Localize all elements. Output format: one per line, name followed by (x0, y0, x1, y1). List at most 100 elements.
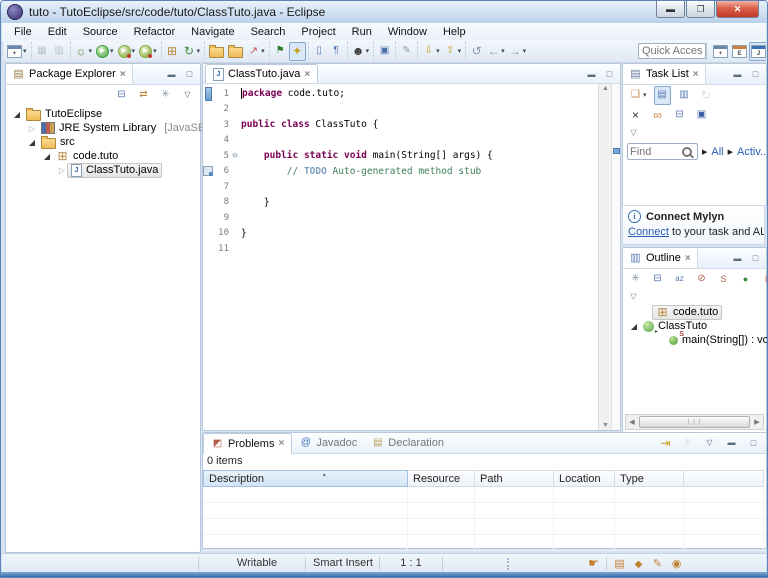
external-tools-button[interactable]: ↗▾ (245, 42, 267, 61)
tutorial-button[interactable]: ◆ (632, 558, 645, 570)
show-whitespace-button[interactable]: ¶ (328, 42, 345, 61)
code-line-2[interactable]: 2 (203, 102, 620, 118)
outline-horizontal-scrollbar[interactable]: ◀ | | | ▶ (625, 414, 764, 430)
close-icon[interactable]: × (278, 438, 284, 449)
collapse-arrow-icon[interactable]: ◢ (42, 152, 52, 161)
back-history-button[interactable]: ←▾ (485, 42, 507, 61)
scroll-left-icon[interactable]: ◀ (626, 418, 638, 426)
column-header-resource[interactable]: Resource (408, 470, 475, 487)
menu-file[interactable]: File (6, 25, 40, 39)
open-task-button[interactable] (207, 42, 226, 61)
collapse-all-button[interactable]: ⊟ (649, 270, 666, 289)
overview-ruler[interactable] (611, 84, 620, 430)
web-resource-button[interactable]: ◉ (670, 558, 683, 570)
expand-arrow-icon[interactable]: ▷ (27, 124, 37, 133)
tree-item-src[interactable]: ◢src (6, 135, 200, 149)
import-resource-button[interactable] (226, 42, 245, 61)
next-annotation-button[interactable]: ⇩▾ (420, 42, 442, 61)
column-header-location[interactable]: Location (554, 470, 615, 487)
tab-problems[interactable]: ◩Problems× (203, 433, 292, 454)
task-focus-hand-button[interactable]: ☛ (587, 557, 600, 570)
tree-item-classtuto-java[interactable]: ▷JClassTuto.java (6, 163, 200, 177)
collapse-arrow-icon[interactable]: ◢ (27, 138, 37, 147)
expand-arrow-icon[interactable]: ▷ (57, 166, 67, 175)
minimize-button[interactable]: ▬ (723, 434, 740, 453)
run-button[interactable]: ▶▾ (94, 42, 116, 61)
tree-item-jre-system-library[interactable]: ▷JRE System Library[JavaSE-1.8] (6, 121, 200, 135)
hide-completed-tasks-button[interactable]: × (627, 106, 644, 125)
package-explorer-tab[interactable]: ▤ Package Explorer × (6, 64, 133, 84)
collapse-all-button[interactable]: ⊟ (671, 106, 688, 125)
previous-annotation-button[interactable]: ⇧▾ (442, 42, 464, 61)
maximize-icon[interactable]: □ (749, 252, 762, 264)
generate-javadoc-button[interactable]: ↻▾ (181, 42, 203, 61)
range-indicator[interactable] (203, 87, 213, 101)
fold-collapse-icon[interactable]: ⊖ (229, 151, 241, 161)
hide-non-public-button[interactable]: ● (737, 270, 754, 289)
code-line-1[interactable]: 1package code.tuto; (203, 86, 620, 102)
code-line-10[interactable]: 10} (203, 226, 620, 242)
new-java-project-button[interactable]: ⊞ (164, 42, 181, 61)
new-task-button[interactable]: ❑▾ (627, 86, 649, 105)
tree-item-classtuto[interactable]: ◢ClassTuto (623, 319, 766, 333)
java-perspective-button[interactable]: J (749, 42, 766, 61)
categorized-view-button[interactable]: ▤ (654, 86, 671, 105)
maximize-button[interactable]: □ (745, 434, 762, 453)
toggle-breadcrumb-button[interactable]: ✎ (398, 42, 415, 61)
code-line-8[interactable]: 8 } (203, 195, 620, 211)
menu-navigate[interactable]: Navigate (183, 25, 242, 39)
window-minimize-button[interactable]: ▬ (656, 1, 685, 18)
code-line-5[interactable]: 5⊖ public static void main(String[] args… (203, 148, 620, 164)
quick-access-input[interactable] (638, 43, 706, 59)
minimize-icon[interactable]: ▬ (731, 252, 744, 264)
expander-icon[interactable]: ▽ (627, 290, 640, 302)
table-row[interactable] (203, 487, 766, 503)
task-find-input[interactable] (628, 144, 682, 159)
collapse-all-button[interactable]: ⊟ (113, 86, 130, 105)
editor-tab-classtuto[interactable]: J ClassTuto.java × (205, 64, 318, 83)
table-row[interactable] (203, 535, 766, 551)
block-selection-button[interactable]: ▯ (311, 42, 328, 61)
collapse-arrow-icon[interactable]: ◢ (12, 110, 22, 119)
coverage-button[interactable]: ▶▾ (116, 42, 138, 61)
focus-on-active-task-button[interactable]: ✳ (679, 434, 696, 453)
code-line-6[interactable]: 6 // TODO Auto-generated method stub (203, 164, 620, 180)
task-repositories-button[interactable]: ▣ (693, 106, 710, 125)
maximize-icon[interactable]: □ (183, 68, 196, 80)
scroll-right-icon[interactable]: ▶ (751, 418, 763, 426)
link-with-editor-button[interactable]: ⇄ (135, 86, 152, 105)
save-button[interactable]: ▦ (34, 42, 51, 61)
code-editor-area[interactable]: 1package code.tuto;23public class ClassT… (203, 84, 620, 430)
tree-item-tutoeclipse[interactable]: ◢TutoEclipse (6, 107, 200, 121)
menu-edit[interactable]: Edit (40, 25, 75, 39)
open-type-button[interactable]: ⚑ (272, 42, 289, 61)
minimize-icon[interactable]: ▬ (585, 68, 598, 80)
column-header-description[interactable]: Description▴ (203, 470, 408, 487)
help-book-button[interactable]: ▤ (613, 558, 626, 570)
tab-declaration[interactable]: ▤Declaration (364, 433, 451, 453)
last-edit-location-button[interactable]: ↺ (468, 42, 485, 61)
scheduled-view-button[interactable]: ▥ (676, 86, 693, 105)
focus-on-workweek-button[interactable]: ∞ (649, 106, 666, 125)
minimize-icon[interactable]: ▬ (165, 68, 178, 80)
menu-help[interactable]: Help (435, 25, 474, 39)
todo-overview-marker[interactable] (613, 148, 620, 154)
task-filter-all-link[interactable]: All (711, 146, 723, 158)
hide-local-types-button[interactable]: L (759, 270, 768, 289)
user-profile-button[interactable]: ☻▾ (350, 42, 372, 61)
mylyn-connect-link[interactable]: Connect (628, 226, 669, 238)
column-header-path[interactable]: Path (475, 470, 554, 487)
view-menu-button[interactable]: ▽ (701, 434, 718, 453)
menu-project[interactable]: Project (293, 25, 343, 39)
tree-item-code-tuto[interactable]: ⊞code.tuto (623, 305, 766, 319)
hide-fields-button[interactable]: ⊘ (693, 270, 710, 289)
synchronize-button[interactable]: ↻ (698, 86, 715, 105)
menu-search[interactable]: Search (243, 25, 294, 39)
task-marker-icon[interactable] (203, 166, 213, 176)
menu-source[interactable]: Source (75, 25, 126, 39)
expander-icon[interactable]: ▽ (627, 126, 640, 138)
collapse-arrow-icon[interactable]: ◢ (629, 322, 639, 331)
feedback-pencil-button[interactable]: ✎ (651, 558, 664, 570)
window-maximize-button[interactable]: ❐ (686, 1, 715, 18)
profile-button[interactable]: ▶▾ (137, 42, 159, 61)
